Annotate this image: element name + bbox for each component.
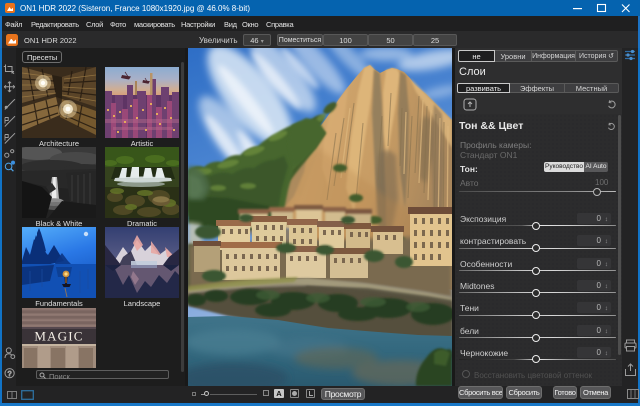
svg-text:?: ? [8, 371, 12, 378]
svg-text:MAGIC: MAGIC [34, 329, 83, 344]
